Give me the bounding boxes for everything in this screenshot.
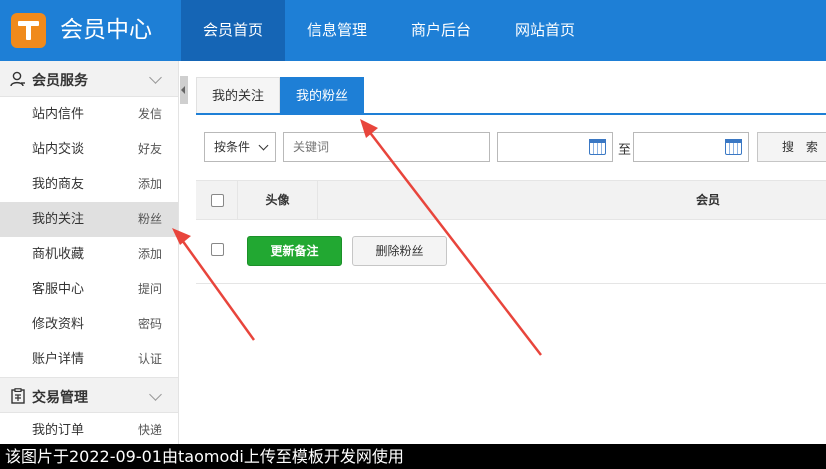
select-all-cell	[196, 181, 238, 219]
sidebar: 会员服务 站内信件 发信 站内交谈 好友 我的商友 添加 我的关注 粉丝 商机收…	[0, 61, 179, 444]
user-icon	[10, 71, 25, 87]
tab-underline	[196, 113, 826, 115]
sidebar-group-trade-manage[interactable]: 交易管理	[0, 377, 178, 413]
sidebar-item-business-friends[interactable]: 我的商友 添加	[0, 167, 178, 202]
table-action-row: 更新备注 删除粉丝	[196, 220, 826, 284]
sidebar-collapse-toggle[interactable]	[180, 76, 188, 104]
sidebar-item-edit-profile[interactable]: 修改资料 密码	[0, 307, 178, 342]
sidebar-item-action[interactable]: 添加	[138, 237, 162, 272]
tab-my-follows[interactable]: 我的关注	[196, 77, 281, 114]
sidebar-item-action[interactable]: 快递	[138, 413, 162, 448]
top-header: 会员中心 会员首页 信息管理 商户后台 网站首页	[0, 0, 826, 61]
tab-my-fans[interactable]: 我的粉丝	[280, 77, 365, 114]
start-date-input[interactable]	[497, 132, 613, 162]
nav-site-home[interactable]: 网站首页	[493, 0, 597, 61]
nav-info-manage[interactable]: 信息管理	[285, 0, 389, 61]
condition-select[interactable]: 按条件	[204, 132, 276, 162]
watermark-bar: 该图片于2022-09-01由taomodi上传至模板开发网使用	[0, 444, 826, 469]
calendar-icon[interactable]	[725, 139, 742, 155]
end-date-input[interactable]	[633, 132, 749, 162]
chevron-down-icon[interactable]	[149, 388, 162, 401]
sidebar-group-member-service[interactable]: 会员服务	[0, 61, 178, 97]
sidebar-item-my-orders[interactable]: 我的订单 快递	[0, 413, 178, 448]
logo-icon	[11, 13, 46, 48]
table-header: 头像 会员	[196, 180, 826, 220]
sidebar-item-action[interactable]: 认证	[138, 342, 162, 377]
clipboard-icon	[11, 388, 25, 404]
sidebar-item-messages[interactable]: 站内信件 发信	[0, 97, 178, 132]
update-note-button[interactable]: 更新备注	[247, 236, 342, 266]
calendar-icon[interactable]	[589, 139, 606, 155]
sidebar-item-action[interactable]: 添加	[138, 167, 162, 202]
chevron-down-icon[interactable]	[149, 71, 162, 84]
nav-merchant-admin[interactable]: 商户后台	[389, 0, 493, 61]
sidebar-item-action[interactable]: 发信	[138, 97, 162, 132]
sidebar-item-account-details[interactable]: 账户详情 认证	[0, 342, 178, 377]
select-all-checkbox[interactable]	[211, 194, 224, 207]
nav-member-home[interactable]: 会员首页	[181, 0, 286, 61]
sidebar-item-action[interactable]: 粉丝	[138, 202, 162, 237]
sidebar-item-my-follows[interactable]: 我的关注 粉丝	[0, 202, 178, 237]
sidebar-group-title: 交易管理	[32, 390, 88, 406]
main-nav: 会员首页 信息管理 商户后台 网站首页	[181, 0, 597, 61]
sidebar-item-action[interactable]: 提问	[138, 272, 162, 307]
sidebar-item-chat[interactable]: 站内交谈 好友	[0, 132, 178, 167]
sidebar-item-favorites[interactable]: 商机收藏 添加	[0, 237, 178, 272]
content-tabs: 我的关注 我的粉丝	[196, 77, 365, 114]
sidebar-item-action[interactable]: 好友	[138, 132, 162, 167]
sidebar-group-title: 会员服务	[32, 73, 88, 89]
date-range-separator: 至	[618, 143, 632, 158]
column-header-member: 会员	[696, 193, 721, 207]
keyword-input[interactable]	[283, 132, 490, 162]
sidebar-item-action[interactable]: 密码	[138, 307, 162, 342]
search-button[interactable]: 搜 索	[757, 132, 826, 162]
site-title: 会员中心	[60, 17, 152, 43]
sidebar-item-support[interactable]: 客服中心 提问	[0, 272, 178, 307]
row-select-checkbox[interactable]	[211, 243, 224, 256]
column-header-avatar: 头像	[238, 181, 318, 219]
delete-fans-button[interactable]: 删除粉丝	[352, 236, 447, 266]
